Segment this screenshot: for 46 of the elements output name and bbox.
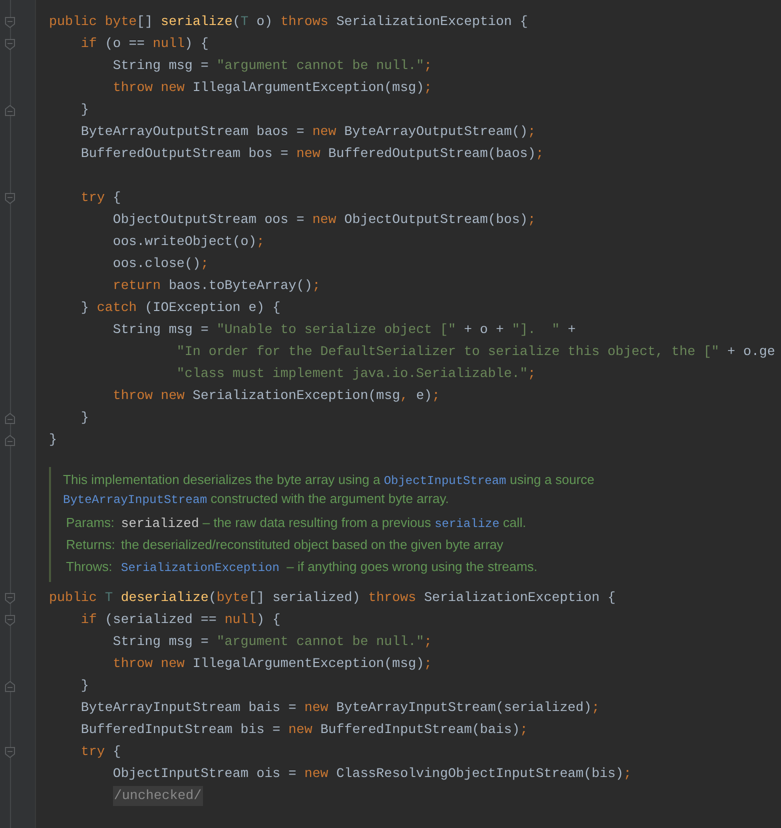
code-line: "In order for the DefaultSerializer to serialize this object, the [" + o.ge (176, 343, 776, 361)
code-line: throw new SerializationException(msg, e); (112, 387, 440, 405)
code-line: return baos.toByteArray(); (112, 277, 320, 295)
code-line: try { (80, 743, 121, 761)
fold-icon[interactable] (5, 104, 15, 116)
code-line: throw new IllegalArgumentException(msg); (112, 655, 432, 673)
code-line: ByteArrayInputStream bais = new ByteArrayInputStream(serialized); (80, 699, 600, 717)
doc-tag-text: the deserialized/reconstituted object based on the given byte array (121, 536, 504, 554)
code-line: "class must implement java.io.Serializable."; (176, 365, 536, 383)
code-line: throw new IllegalArgumentException(msg); (112, 79, 432, 97)
fold-icon[interactable] (5, 746, 15, 758)
code-line: BufferedOutputStream bos = new BufferedOutputStream(baos); (80, 145, 544, 163)
fold-icon[interactable] (5, 192, 15, 204)
code-line: if (o == null) { (80, 35, 209, 53)
doc-description: This implementation deserializes the byte array using a ObjectInputStream using a source ByteArrayInputStream constructed with the argument byte array. (63, 471, 596, 509)
fold-icon[interactable] (5, 592, 15, 604)
code-line: oos.close(); (112, 255, 209, 273)
code-line: String msg = "Unable to serialize object [" + o + "]. " + (112, 321, 576, 339)
code-line: ObjectOutputStream oos = new ObjectOutputStream(bos); (112, 211, 536, 229)
doc-tag-label: Params: (66, 514, 116, 532)
code-line: } catch (IOException e) { (80, 299, 280, 317)
fold-icon[interactable] (5, 412, 15, 424)
fold-icon[interactable] (5, 434, 15, 446)
fold-icon[interactable] (5, 614, 15, 626)
code-line: public byte[] serialize(T o) throws SerializationException { (49, 13, 528, 31)
code-line: try { (80, 189, 121, 207)
folded-region[interactable]: /unchecked/ (112, 786, 203, 806)
code-line: if (serialized == null) { (80, 611, 280, 629)
doc-tag-label: Returns: (66, 536, 116, 554)
code-line: ObjectInputStream ois = new ClassResolvingObjectInputStream(bis); (112, 765, 632, 783)
fold-icon[interactable] (5, 680, 15, 692)
code-line: } (80, 677, 89, 695)
code-line: } (80, 101, 89, 119)
fold-icon[interactable] (5, 38, 15, 50)
code-line: String msg = "argument cannot be null."; (112, 633, 432, 651)
code-line: BufferedInputStream bis = new BufferedInputStream(bais); (80, 721, 528, 739)
doc-tag-text: SerializationException – if anything goes wrong using the streams. (121, 558, 538, 577)
code-line: } (49, 431, 57, 449)
code-line: String msg = "argument cannot be null."; (112, 57, 432, 75)
code-line: ByteArrayOutputStream baos = new ByteArrayOutputStream(); (80, 123, 536, 141)
code-line: public T deserialize(byte[] serialized) throws SerializationException { (49, 589, 616, 607)
doc-tag-text: serialized – the raw data resulting from a previous serialize call. (121, 514, 526, 533)
code-line: } (80, 409, 89, 427)
code-line: oos.writeObject(o); (112, 233, 264, 251)
fold-icon[interactable] (5, 16, 15, 28)
doc-tag-label: Throws: (66, 558, 114, 576)
